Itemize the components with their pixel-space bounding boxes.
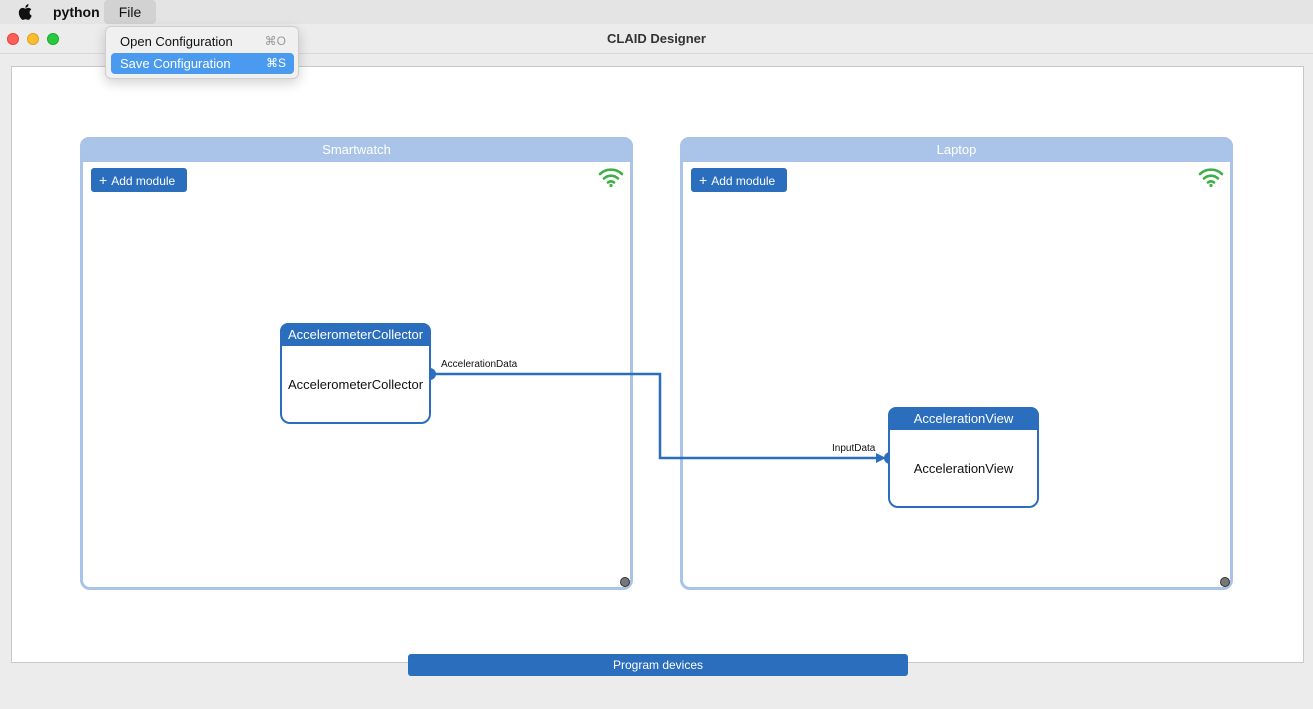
- add-module-button-laptop[interactable]: + Add module: [691, 168, 787, 192]
- app-window: CLAID Designer Smartwatch + Add module La…: [0, 24, 1313, 709]
- module-body-label: AccelerometerCollector: [287, 376, 424, 392]
- resize-handle[interactable]: [1220, 577, 1230, 587]
- menu-bar: python File: [0, 0, 1313, 24]
- module-accelerometer-collector[interactable]: AccelerometerCollector AccelerometerColl…: [280, 323, 431, 424]
- menu-file[interactable]: File: [104, 0, 156, 24]
- menu-item-label: Save Configuration: [120, 56, 231, 71]
- menu-item-shortcut: ⌘S: [265, 56, 286, 70]
- device-header-smartwatch[interactable]: Smartwatch: [80, 137, 633, 162]
- resize-handle[interactable]: [620, 577, 630, 587]
- add-module-button-smartwatch[interactable]: + Add module: [91, 168, 187, 192]
- menu-item-shortcut: ⌘O: [264, 34, 286, 48]
- design-canvas[interactable]: Smartwatch + Add module Laptop + Add modul…: [11, 66, 1304, 663]
- module-acceleration-view[interactable]: AccelerationView AccelerationView: [888, 407, 1039, 508]
- add-module-label: Add module: [711, 174, 776, 188]
- wifi-icon: [1198, 168, 1224, 188]
- input-port-label: InputData: [832, 443, 876, 454]
- program-devices-button[interactable]: Program devices: [408, 654, 908, 676]
- device-laptop[interactable]: Laptop + Add module: [680, 137, 1233, 590]
- module-title[interactable]: AccelerometerCollector: [280, 323, 431, 346]
- menu-item-save-configuration[interactable]: Save Configuration ⌘S: [111, 53, 294, 74]
- wifi-icon: [598, 168, 624, 188]
- output-port-label: AccelerationData: [441, 359, 518, 370]
- plus-icon: +: [699, 172, 708, 188]
- add-module-label: Add module: [111, 174, 176, 188]
- file-dropdown-menu: Open Configuration ⌘O Save Configuration…: [105, 26, 299, 79]
- module-body-label: AccelerationView: [913, 460, 1014, 476]
- menu-item-open-configuration[interactable]: Open Configuration ⌘O: [111, 31, 294, 52]
- apple-logo-icon[interactable]: [18, 3, 34, 21]
- device-header-laptop[interactable]: Laptop: [680, 137, 1233, 162]
- plus-icon: +: [99, 172, 108, 188]
- app-menu-python[interactable]: python: [53, 4, 100, 20]
- menu-item-label: Open Configuration: [120, 34, 233, 49]
- module-title[interactable]: AccelerationView: [888, 407, 1039, 430]
